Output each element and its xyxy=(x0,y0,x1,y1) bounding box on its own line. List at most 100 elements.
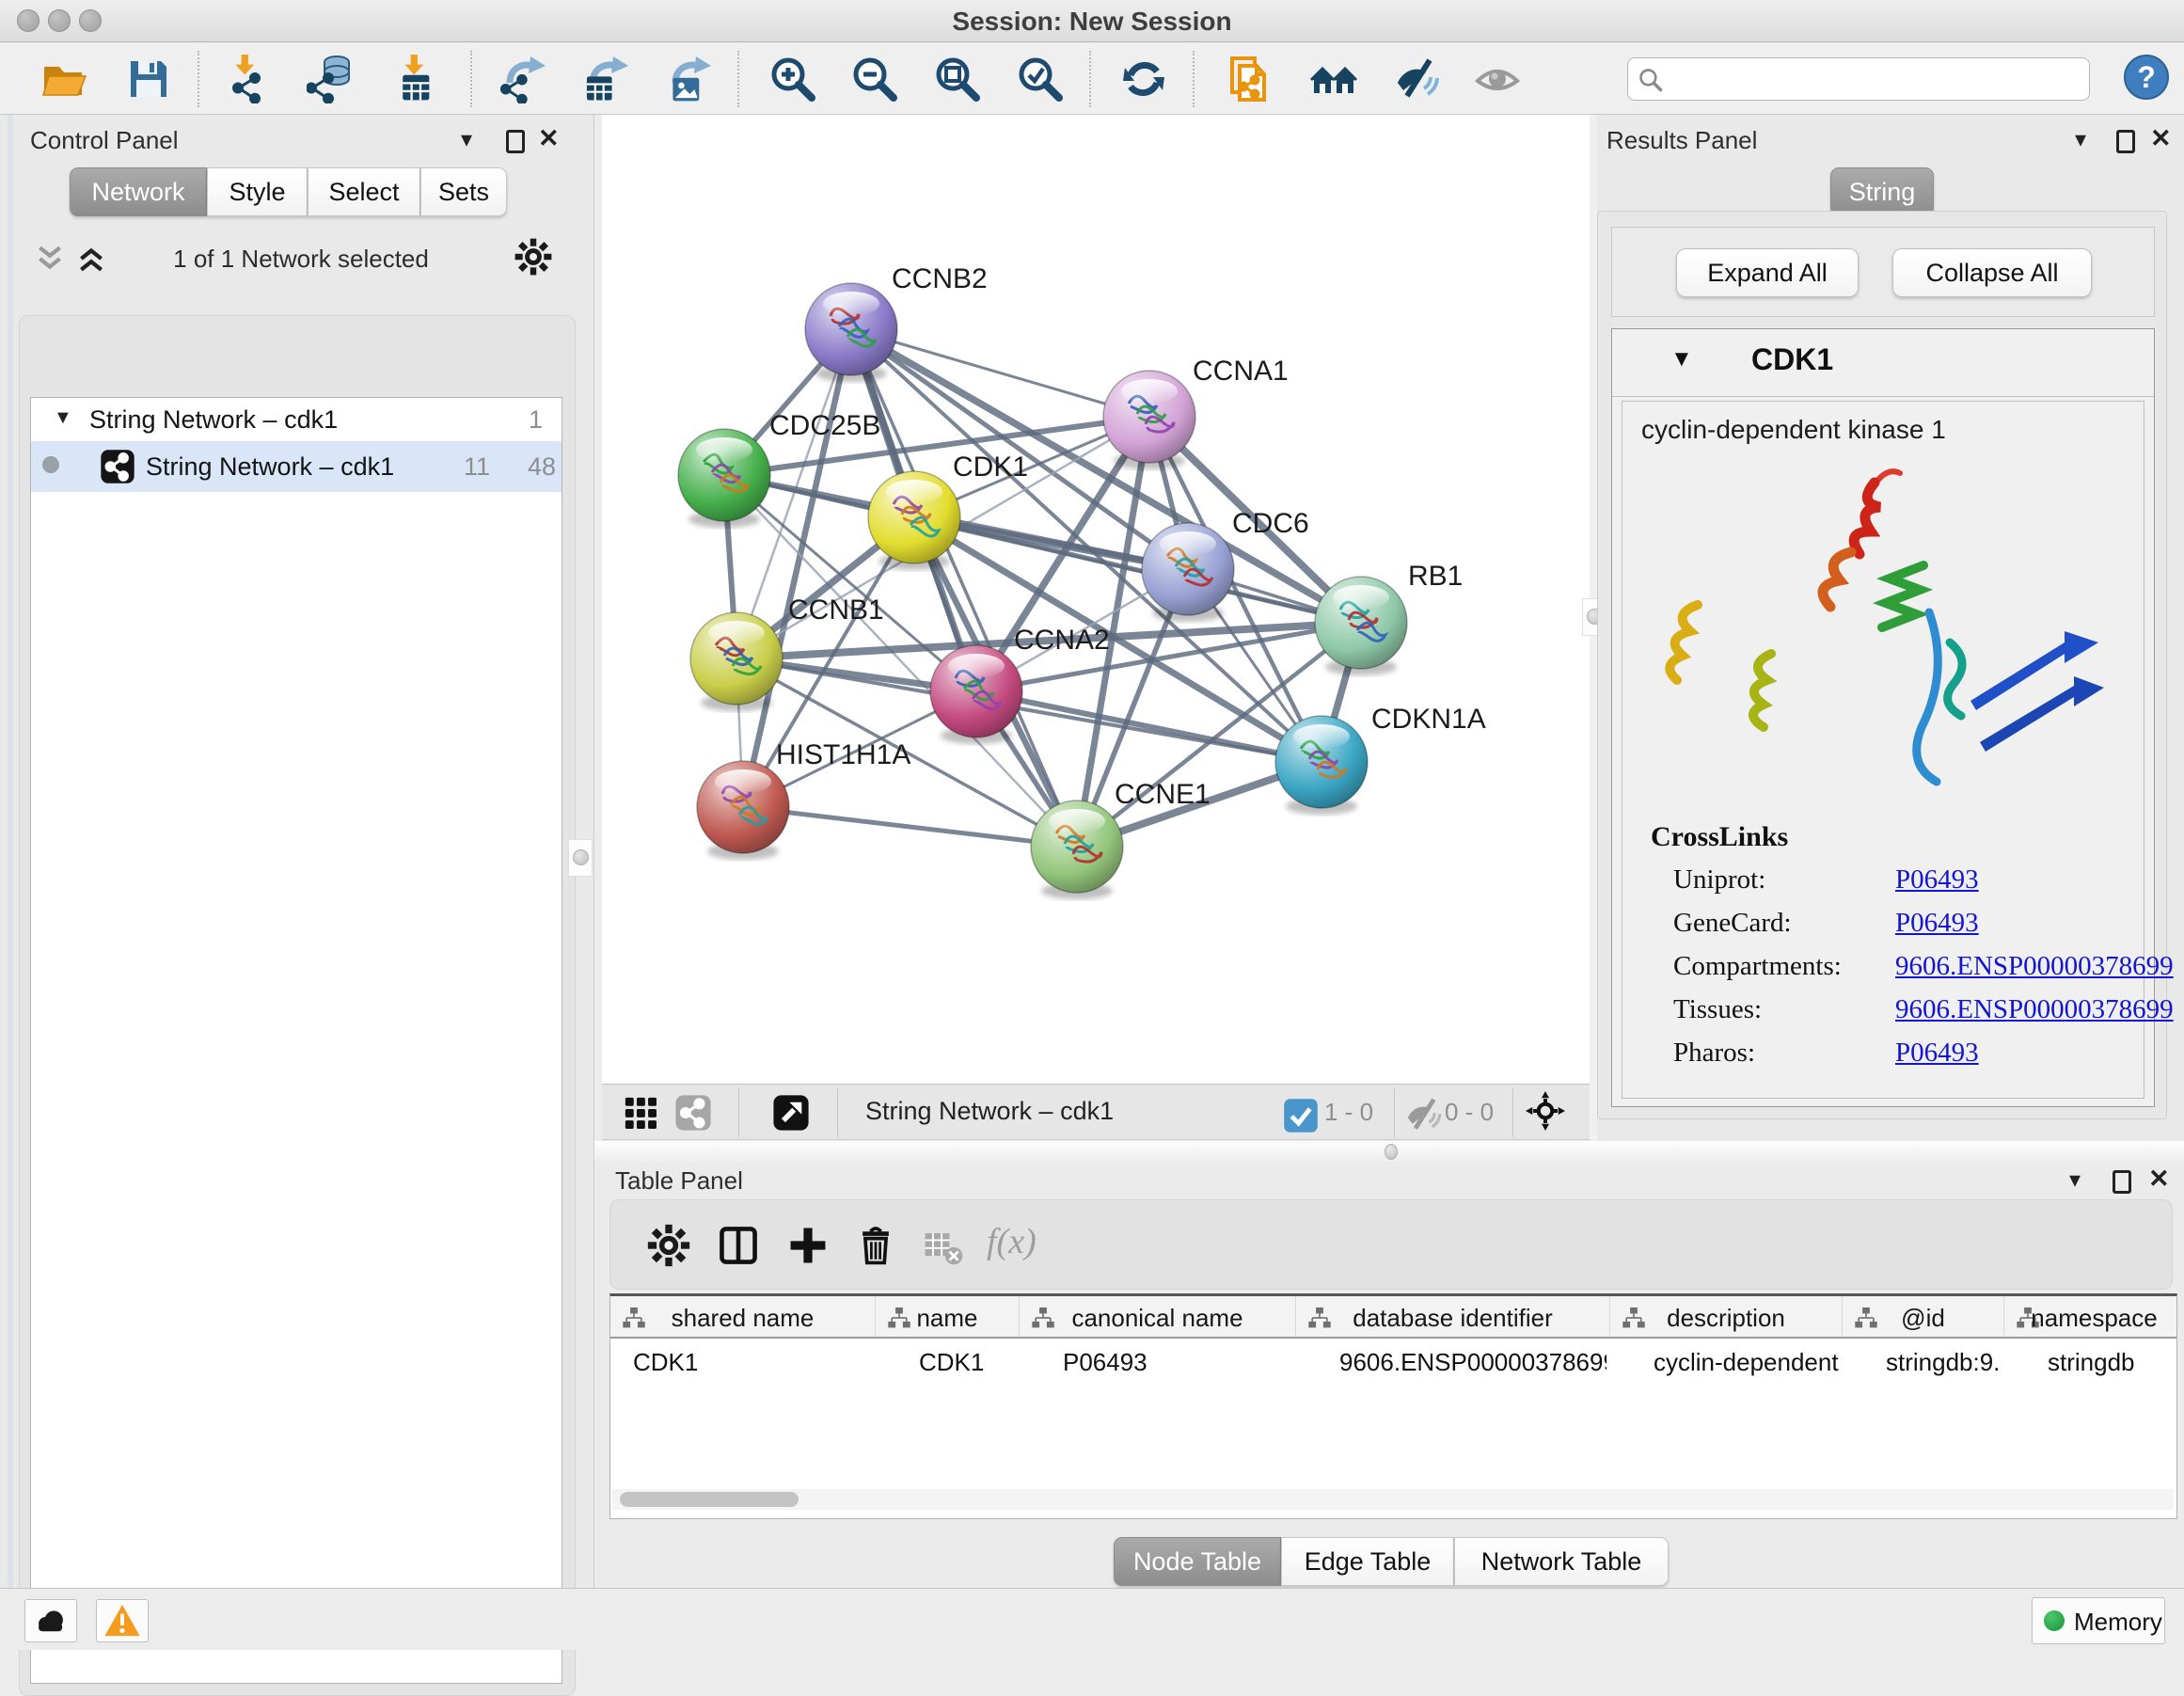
results-panel-float-icon[interactable] xyxy=(2116,130,2135,153)
column-header-sharedname[interactable]: shared name xyxy=(610,1296,876,1337)
tab-style[interactable]: Style xyxy=(207,167,308,216)
crosslink-link[interactable]: P06493 xyxy=(1895,864,1979,896)
column-header-id[interactable]: @id xyxy=(1843,1296,2004,1337)
column-header-description[interactable]: description xyxy=(1610,1296,1843,1337)
search-field[interactable] xyxy=(1627,57,2090,101)
warnings-button[interactable] xyxy=(96,1599,149,1642)
export-table-icon[interactable] xyxy=(583,55,632,103)
tab-select[interactable]: Select xyxy=(308,167,420,216)
result-entry-header[interactable]: ▼ CDK1 xyxy=(1612,329,2154,397)
hide-selected-icon[interactable] xyxy=(1392,55,1441,103)
open-session-icon[interactable] xyxy=(40,55,88,103)
node-label-CDC6: CDC6 xyxy=(1232,508,1309,539)
export-network-icon[interactable] xyxy=(500,55,549,103)
node-CCNA1[interactable] xyxy=(1103,371,1195,469)
table-horizontal-scrollbar[interactable] xyxy=(612,1489,2174,1510)
tab-sets[interactable]: Sets xyxy=(420,167,507,216)
edge-HIST1H1A-CCNE1[interactable] xyxy=(743,807,1077,847)
search-input[interactable] xyxy=(1671,62,2076,96)
add-column-icon[interactable] xyxy=(785,1223,831,1268)
tab-node-table[interactable]: Node Table xyxy=(1114,1537,1281,1586)
tab-edge-table[interactable]: Edge Table xyxy=(1281,1537,1454,1586)
apply-layout-icon[interactable] xyxy=(1119,55,1168,103)
control-panel-menu-icon[interactable]: ▾ xyxy=(461,126,472,153)
tab-network-table[interactable]: Network Table xyxy=(1454,1537,1669,1586)
collapse-triangle-icon[interactable]: ▼ xyxy=(54,407,72,429)
grid-view-icon[interactable] xyxy=(621,1093,660,1133)
cell-sharedname[interactable]: CDK1 xyxy=(633,1348,851,1377)
table-panel-close-icon[interactable]: ✕ xyxy=(2148,1165,2170,1194)
zoom-in-icon[interactable] xyxy=(768,55,817,103)
tab-string[interactable]: String xyxy=(1830,167,1934,216)
fit-selected-crosshair-icon[interactable] xyxy=(1526,1091,1569,1134)
scrollbar-thumb[interactable] xyxy=(620,1492,799,1507)
expand-all-networks-icon[interactable] xyxy=(75,243,107,275)
results-panel-menu-icon[interactable]: ▾ xyxy=(2075,126,2086,153)
crosslink-link[interactable]: P06493 xyxy=(1895,1038,1979,1069)
results-panel-close-icon[interactable]: ✕ xyxy=(2150,124,2172,153)
node-CCNA2[interactable] xyxy=(930,645,1022,744)
zoom-selected-icon[interactable] xyxy=(1016,55,1065,103)
cell-description[interactable]: cyclin-dependent ... xyxy=(1654,1348,1839,1377)
help-icon[interactable]: ? xyxy=(2122,53,2171,102)
function-builder-icon[interactable]: f(x) xyxy=(987,1221,1037,1262)
save-session-icon[interactable] xyxy=(124,55,173,103)
table-settings-gear-icon[interactable] xyxy=(646,1223,691,1268)
cell-namespace[interactable]: stringdb xyxy=(2048,1348,2177,1377)
show-columns-icon[interactable] xyxy=(716,1223,761,1268)
network-options-gear-icon[interactable] xyxy=(514,237,553,277)
crosslink-link[interactable]: P06493 xyxy=(1895,908,1979,939)
hidden-eye-icon[interactable] xyxy=(1403,1095,1439,1131)
delete-table-icon[interactable] xyxy=(921,1223,966,1268)
network-collection-row[interactable]: ▼ String Network – cdk1 1 xyxy=(31,405,562,443)
cloud-status-button[interactable] xyxy=(24,1599,77,1642)
cell-databaseidentifier[interactable]: 9606.ENSP00000378699 xyxy=(1339,1348,1606,1377)
export-image-icon[interactable] xyxy=(666,55,715,103)
import-table-icon[interactable] xyxy=(391,55,440,103)
node-CDC25B[interactable] xyxy=(678,429,770,528)
show-all-icon[interactable] xyxy=(1473,55,1522,103)
first-neighbors-icon[interactable] xyxy=(1309,55,1358,103)
node-RB1[interactable] xyxy=(1315,577,1407,675)
control-panel-float-icon[interactable] xyxy=(506,130,525,153)
selected-checkbox-icon[interactable] xyxy=(1281,1096,1315,1130)
clone-network-icon[interactable] xyxy=(1227,55,1275,103)
edge-CCNB2-HIST1H1A[interactable] xyxy=(743,329,851,807)
column-header-namespace[interactable]: namespace xyxy=(2004,1296,2177,1337)
zoom-fit-icon[interactable] xyxy=(933,55,982,103)
cell-id[interactable]: stringdb:9... xyxy=(1886,1348,2001,1377)
cell-name[interactable]: CDK1 xyxy=(919,1348,1016,1377)
network-row-selected[interactable]: String Network – cdk1 11 48 xyxy=(31,441,562,492)
memory-status-dot xyxy=(2044,1610,2065,1631)
left-splitter-handle[interactable] xyxy=(568,839,593,877)
column-header-databaseidentifier[interactable]: database identifier xyxy=(1296,1296,1610,1337)
node-CDKN1A[interactable] xyxy=(1275,716,1368,815)
import-network-from-database-icon[interactable] xyxy=(307,55,356,103)
collapse-all-button[interactable]: Collapse All xyxy=(1892,248,2092,297)
table-panel-menu-icon[interactable]: ▾ xyxy=(2069,1166,2081,1194)
birds-eye-view-icon[interactable] xyxy=(771,1093,811,1133)
cell-canonicalname[interactable]: P06493 xyxy=(1063,1348,1292,1377)
node-CCNE1[interactable] xyxy=(1031,800,1123,899)
table-panel-float-icon[interactable] xyxy=(2113,1170,2131,1194)
node-CDK1[interactable] xyxy=(868,471,960,570)
control-panel-close-icon[interactable]: ✕ xyxy=(538,124,560,153)
tab-network[interactable]: Network xyxy=(70,167,207,216)
network-selection-status: 1 of 1 Network selected xyxy=(113,245,489,274)
column-header-canonicalname[interactable]: canonical name xyxy=(1020,1296,1296,1337)
entry-collapse-triangle-icon[interactable]: ▼ xyxy=(1670,346,1693,372)
import-network-icon[interactable] xyxy=(222,55,271,103)
column-header-name[interactable]: name xyxy=(876,1296,1020,1337)
horizontal-splitter[interactable] xyxy=(594,1141,2184,1162)
expand-all-button[interactable]: Expand All xyxy=(1676,248,1859,297)
zoom-out-icon[interactable] xyxy=(850,55,899,103)
network-share-icon[interactable] xyxy=(673,1093,713,1133)
collapse-all-networks-icon[interactable] xyxy=(34,243,66,275)
crosslink-link[interactable]: 9606.ENSP00000378699 xyxy=(1895,951,2174,982)
crosslink-link[interactable]: 9606.ENSP00000378699 xyxy=(1895,994,2174,1025)
delete-column-icon[interactable] xyxy=(853,1223,898,1268)
gene-name: CDK1 xyxy=(1751,342,1833,377)
node-HIST1H1A[interactable] xyxy=(697,761,789,860)
memory-button[interactable]: Memory xyxy=(2032,1597,2165,1644)
network-canvas[interactable]: CCNB2CCNA1CDC25BCDK1CDC6RB1CCNB1CCNA2CDK… xyxy=(602,115,1590,1084)
